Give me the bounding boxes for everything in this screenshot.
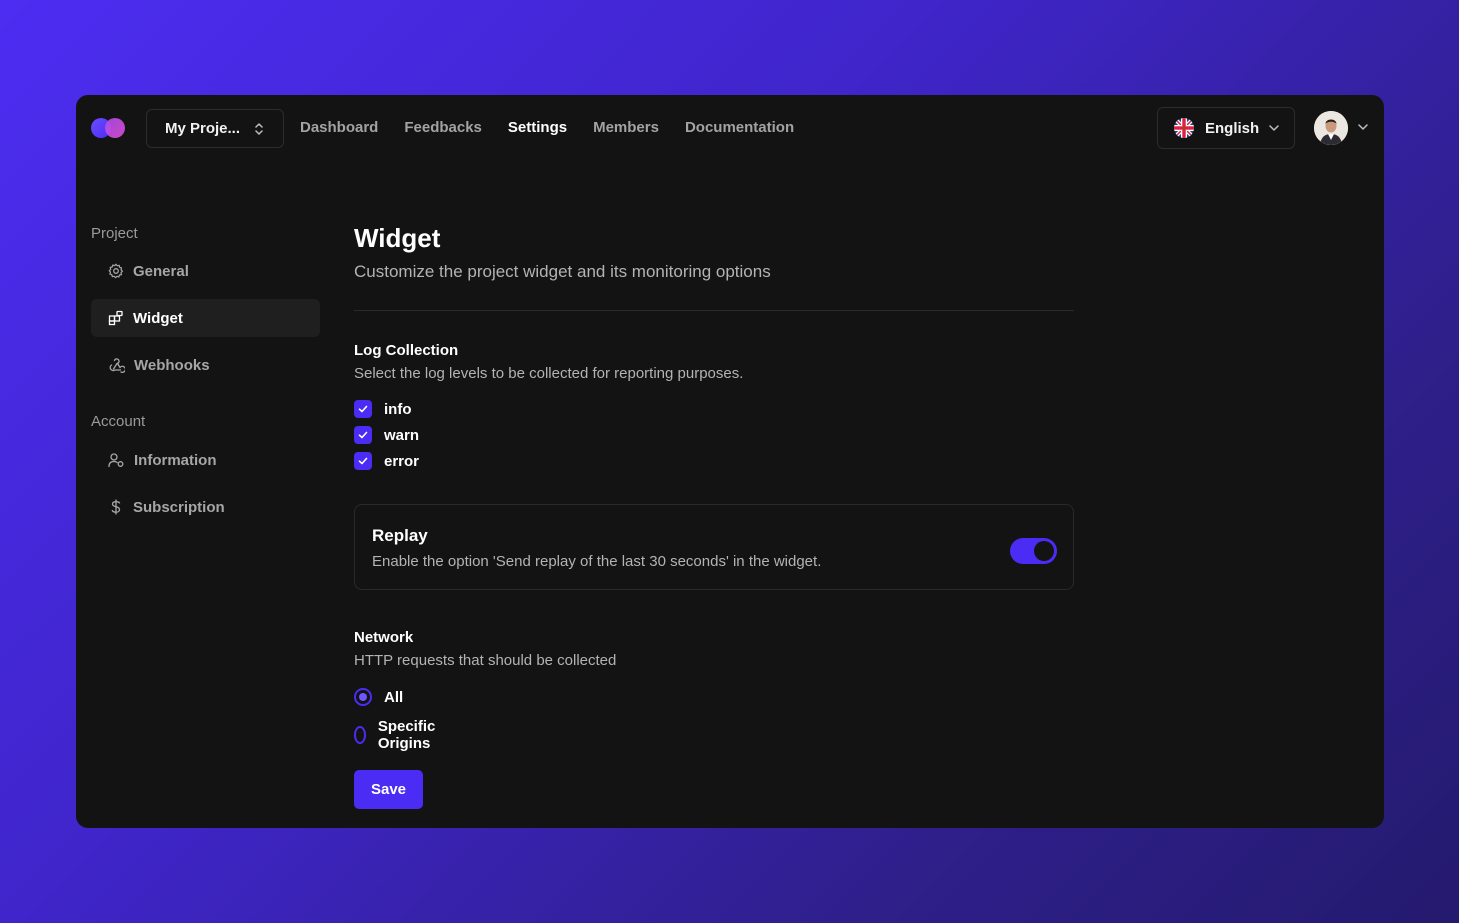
replay-title: Replay	[372, 526, 428, 545]
sidebar-item-information[interactable]: Information	[91, 441, 320, 479]
check-icon	[358, 457, 368, 465]
project-selector-label: My Proje...	[165, 120, 241, 137]
page-subtitle: Customize the project widget and its mon…	[354, 262, 771, 281]
replay-toggle[interactable]	[1010, 538, 1057, 564]
log-level-error[interactable]: error	[354, 452, 419, 470]
nav-dashboard[interactable]: Dashboard	[300, 119, 378, 136]
account-menu-chevron-icon[interactable]	[1357, 121, 1369, 133]
sidebar-item-label: Subscription	[133, 498, 225, 516]
page-title: Widget	[354, 223, 441, 253]
sidebar-item-webhooks[interactable]: Webhooks	[91, 346, 320, 384]
sidebar-item-general[interactable]: General	[91, 252, 320, 290]
dollar-icon	[111, 499, 121, 515]
network-option-specific-origins[interactable]: Specific Origins	[354, 718, 442, 752]
sidebar-item-label: General	[133, 262, 189, 280]
app-logo[interactable]	[90, 117, 126, 139]
log-level-warn[interactable]: warn	[354, 426, 419, 444]
sidebar-item-widget[interactable]: Widget	[91, 299, 320, 337]
radio-specific-origins[interactable]	[354, 726, 366, 744]
nav-documentation[interactable]: Documentation	[685, 119, 794, 136]
toggle-knob	[1034, 541, 1054, 561]
replay-card: Replay Enable the option 'Send replay of…	[354, 504, 1074, 590]
replay-description: Enable the option 'Send replay of the la…	[372, 553, 822, 570]
avatar-image	[1314, 111, 1348, 145]
network-option-all[interactable]: All	[354, 688, 403, 706]
divider	[354, 310, 1074, 311]
gear-icon	[108, 263, 124, 279]
save-button[interactable]: Save	[354, 770, 423, 809]
user-avatar[interactable]	[1314, 111, 1348, 145]
checkbox-error[interactable]	[354, 452, 372, 470]
radio-all[interactable]	[354, 688, 372, 706]
checkbox-label: info	[384, 400, 412, 418]
nav-members[interactable]: Members	[593, 119, 659, 136]
checkbox-info[interactable]	[354, 400, 372, 418]
widget-icon	[108, 310, 123, 326]
log-collection-title: Log Collection	[354, 342, 459, 359]
webhook-icon	[109, 358, 125, 373]
log-collection-description: Select the log levels to be collected fo…	[354, 365, 744, 382]
sidebar-section-account: Account	[91, 413, 146, 430]
radio-label: All	[384, 688, 404, 706]
chevron-down-icon	[1269, 125, 1279, 131]
chevron-up-down-icon	[255, 123, 263, 135]
sidebar-item-label: Webhooks	[134, 356, 210, 374]
top-bar: My Proje... Dashboard Feedbacks Settings…	[76, 95, 1384, 161]
nav-feedbacks[interactable]: Feedbacks	[404, 119, 482, 136]
sidebar-section-project: Project	[91, 225, 138, 242]
radio-label: Specific Origins	[377, 718, 436, 752]
sidebar-item-subscription[interactable]: Subscription	[91, 488, 320, 526]
nav-settings[interactable]: Settings	[508, 119, 567, 136]
language-selector[interactable]: English	[1157, 107, 1295, 149]
checkbox-label: warn	[384, 426, 420, 444]
checkbox-warn[interactable]	[354, 426, 372, 444]
radio-dot	[359, 693, 367, 701]
language-label: English	[1205, 119, 1260, 137]
check-icon	[358, 405, 368, 413]
log-level-info[interactable]: info	[354, 400, 412, 418]
network-title: Network	[354, 629, 414, 646]
sidebar-item-label: Widget	[133, 309, 183, 327]
check-icon	[358, 431, 368, 439]
main-nav: Dashboard Feedbacks Settings Members Doc…	[300, 119, 794, 136]
sidebar-item-label: Information	[134, 451, 217, 469]
user-icon	[108, 453, 124, 468]
checkbox-label: error	[384, 452, 420, 470]
app-window: My Proje... Dashboard Feedbacks Settings…	[76, 95, 1384, 828]
uk-flag-icon	[1174, 118, 1194, 138]
project-selector[interactable]: My Proje...	[146, 109, 284, 148]
network-description: HTTP requests that should be collected	[354, 652, 617, 669]
